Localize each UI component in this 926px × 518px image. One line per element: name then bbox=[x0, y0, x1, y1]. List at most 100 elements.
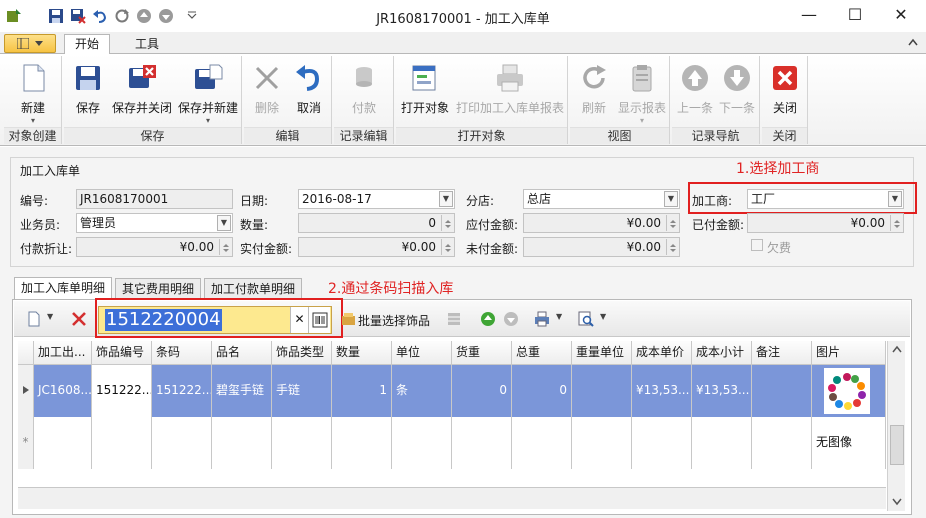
cell-type[interactable]: 手链 bbox=[272, 365, 332, 417]
new-cell[interactable] bbox=[92, 417, 152, 469]
cell-name[interactable]: 碧玺手链 bbox=[212, 365, 272, 417]
delete-button[interactable]: 删除 bbox=[248, 58, 286, 126]
col-gross-weight[interactable]: 总重 bbox=[512, 341, 572, 365]
tab-payments[interactable]: 加工付款单明细 bbox=[204, 278, 303, 300]
paid-field[interactable]: ¥0.00 bbox=[747, 213, 904, 233]
new-cell[interactable] bbox=[452, 417, 512, 469]
prev-record-button[interactable]: 上一条 bbox=[674, 58, 716, 126]
refresh-button[interactable]: 刷新 bbox=[574, 58, 614, 126]
new-cell[interactable] bbox=[572, 417, 632, 469]
date-field[interactable]: 2016-08-17 ▼ bbox=[298, 189, 455, 209]
chevron-down-icon[interactable]: ▼ bbox=[439, 191, 453, 207]
tab-home[interactable]: 开始 bbox=[64, 34, 111, 55]
new-cell[interactable] bbox=[632, 417, 692, 469]
save-button[interactable]: 保存 bbox=[68, 58, 108, 126]
payable-field[interactable]: ¥0.00 bbox=[523, 213, 680, 233]
app-menu-button[interactable] bbox=[4, 34, 56, 53]
scroll-up-icon[interactable] bbox=[892, 345, 902, 353]
chevron-down-icon[interactable]: ▼ bbox=[47, 312, 53, 321]
move-down-icon[interactable] bbox=[503, 311, 519, 327]
chevron-down-icon[interactable]: ▼ bbox=[217, 215, 231, 231]
new-row[interactable]: * 无图像 bbox=[18, 417, 886, 469]
col-qty[interactable]: 数量 bbox=[332, 341, 392, 365]
spinner-icon[interactable] bbox=[666, 239, 678, 255]
cell-item-code[interactable]: 151222... bbox=[92, 365, 152, 417]
new-cell[interactable] bbox=[752, 417, 812, 469]
actual-paid-field[interactable]: ¥0.00 bbox=[298, 237, 455, 257]
show-report-button[interactable]: 显示报表 ▾ bbox=[616, 58, 668, 126]
salesman-select[interactable]: 管理员 ▼ bbox=[76, 213, 233, 233]
table-row[interactable]: JC1608... 151222... 151222... 碧玺手链 手链 1 … bbox=[18, 365, 886, 417]
cell-order[interactable]: JC1608... bbox=[34, 365, 92, 417]
spinner-icon[interactable] bbox=[441, 239, 453, 255]
owed-checkbox[interactable] bbox=[751, 239, 763, 251]
cell-cost-subtotal[interactable]: ¥13,53... bbox=[692, 365, 752, 417]
new-cell[interactable] bbox=[212, 417, 272, 469]
cell-unit[interactable]: 条 bbox=[392, 365, 452, 417]
cell-barcode[interactable]: 151222... bbox=[152, 365, 212, 417]
move-up-icon[interactable] bbox=[480, 311, 496, 327]
branch-select[interactable]: 总店 ▼ bbox=[523, 189, 680, 209]
number-field[interactable]: JR1608170001 bbox=[76, 189, 233, 209]
spinner-icon[interactable] bbox=[666, 215, 678, 231]
spinner-icon[interactable] bbox=[890, 215, 902, 231]
vertical-scrollbar[interactable] bbox=[887, 341, 905, 511]
grid-view-icon[interactable] bbox=[446, 311, 462, 327]
scroll-thumb[interactable] bbox=[890, 425, 904, 465]
col-barcode[interactable]: 条码 bbox=[152, 341, 212, 365]
maximize-button[interactable]: ☐ bbox=[832, 0, 878, 30]
close-window-button[interactable]: ✕ bbox=[878, 0, 924, 30]
cell-net-weight[interactable]: 0 bbox=[452, 365, 512, 417]
new-cell[interactable] bbox=[332, 417, 392, 469]
print-icon[interactable] bbox=[534, 311, 550, 327]
find-icon[interactable] bbox=[578, 311, 594, 327]
col-remark[interactable]: 备注 bbox=[752, 341, 812, 365]
scroll-down-icon[interactable] bbox=[892, 498, 902, 506]
new-cell[interactable] bbox=[392, 417, 452, 469]
print-report-button[interactable]: 打印加工入库单报表 bbox=[454, 58, 566, 126]
col-image[interactable]: 图片 bbox=[812, 341, 886, 365]
chevron-down-icon[interactable]: ▼ bbox=[600, 312, 606, 321]
next-record-button[interactable]: 下一条 bbox=[716, 58, 758, 126]
new-cell[interactable] bbox=[512, 417, 572, 469]
quantity-field[interactable]: 0 bbox=[298, 213, 455, 233]
spinner-icon[interactable] bbox=[441, 215, 453, 231]
new-row-icon[interactable] bbox=[26, 311, 42, 327]
discount-field[interactable]: ¥0.00 bbox=[76, 237, 233, 257]
new-button[interactable]: 新建 ▾ bbox=[6, 58, 60, 126]
chevron-down-icon[interactable]: ▼ bbox=[664, 191, 678, 207]
row-selector[interactable] bbox=[18, 365, 34, 417]
delete-row-icon[interactable] bbox=[70, 310, 88, 328]
save-new-button[interactable]: 保存并新建 ▾ bbox=[176, 58, 240, 126]
col-name[interactable]: 品名 bbox=[212, 341, 272, 365]
col-cost-subtotal[interactable]: 成本小计 bbox=[692, 341, 752, 365]
col-unit-cost[interactable]: 成本单价 bbox=[632, 341, 692, 365]
minimize-button[interactable]: — bbox=[786, 0, 832, 30]
new-cell[interactable] bbox=[152, 417, 212, 469]
new-cell[interactable] bbox=[34, 417, 92, 469]
col-type[interactable]: 饰品类型 bbox=[272, 341, 332, 365]
cell-weight-unit[interactable] bbox=[572, 365, 632, 417]
open-object-button[interactable]: 打开对象 bbox=[398, 58, 452, 126]
tab-tools[interactable]: 工具 bbox=[124, 34, 170, 55]
spinner-icon[interactable] bbox=[219, 239, 231, 255]
close-button[interactable]: 关闭 bbox=[765, 58, 805, 126]
cell-image[interactable] bbox=[812, 365, 886, 417]
cancel-button[interactable]: 取消 bbox=[290, 58, 328, 126]
cell-gross-weight[interactable]: 0 bbox=[512, 365, 572, 417]
chevron-down-icon[interactable]: ▼ bbox=[556, 312, 562, 321]
batch-select-button[interactable]: 批量选择饰品 bbox=[358, 312, 430, 329]
pay-button[interactable]: 付款 bbox=[340, 58, 388, 126]
col-item-code[interactable]: 饰品编号 bbox=[92, 341, 152, 365]
col-net-weight[interactable]: 货重 bbox=[452, 341, 512, 365]
cell-qty[interactable]: 1 bbox=[332, 365, 392, 417]
col-weight-unit[interactable]: 重量单位 bbox=[572, 341, 632, 365]
new-cell-image[interactable]: 无图像 bbox=[812, 417, 886, 469]
save-close-button[interactable]: 保存并关闭 bbox=[110, 58, 174, 126]
collapse-ribbon-icon[interactable] bbox=[908, 38, 918, 46]
tab-other-fees[interactable]: 其它费用明细 bbox=[115, 278, 202, 300]
tab-items-detail[interactable]: 加工入库单明细 bbox=[14, 277, 113, 299]
new-cell[interactable] bbox=[692, 417, 752, 469]
new-cell[interactable] bbox=[272, 417, 332, 469]
col-order[interactable]: 加工出... bbox=[34, 341, 92, 365]
